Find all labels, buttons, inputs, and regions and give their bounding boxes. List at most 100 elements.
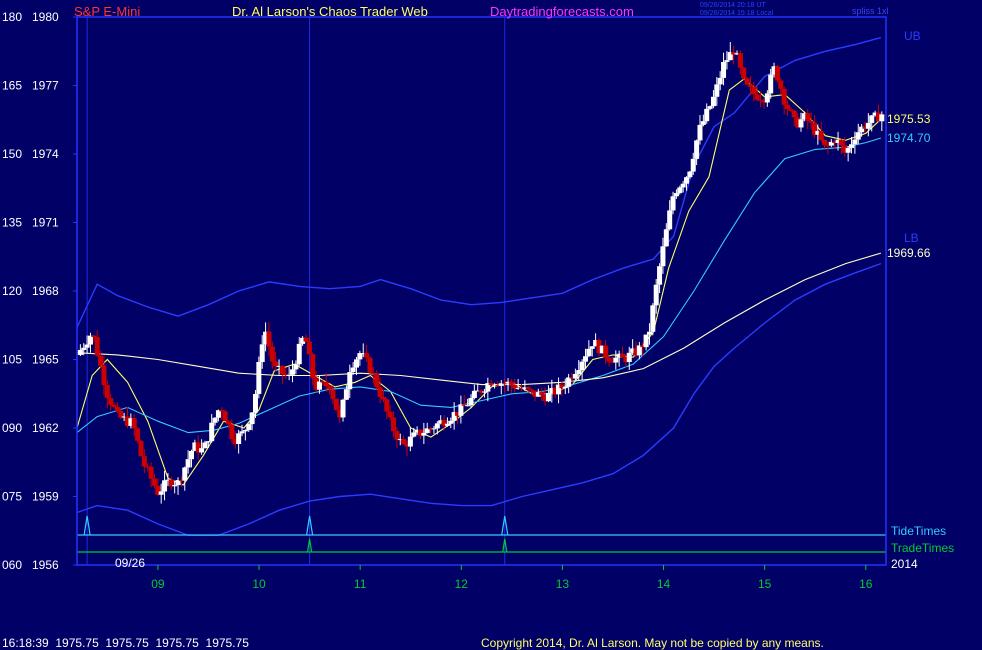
symbol-title: S&P E-Mini [74,4,141,19]
x-tick-label: 10 [252,577,266,591]
y-tick-left-label: 075 [2,490,22,504]
x-tick-label: 11 [354,577,367,591]
price-bar-body [310,354,316,379]
price-bar-body [788,109,794,111]
price-bar-body [286,374,292,376]
price-bar-body [768,74,774,94]
price-bar-body [246,424,252,431]
timestamp-local: 09/26/2014 15:18 Local [700,10,774,17]
price-bar-body [98,355,104,366]
price-bar-body [316,381,322,390]
price-bar-body [710,96,716,107]
price-bar-body [849,144,855,148]
price-bar-body [391,417,397,432]
price-bar-body [566,377,572,387]
price-bar-body [138,440,144,457]
price-bar-body [242,430,248,432]
price-bar-body [333,398,339,410]
chart-window: TideTimes TradeTimes 180 1980 165 1977 150 197… [0,0,982,650]
y-tick-price-label: 1959 [32,490,59,504]
price-bar-body [151,478,157,486]
price-bar-body [529,389,535,391]
price-bar-body [340,399,346,418]
price-bar-body [226,421,232,425]
price-bar-body [269,346,275,362]
price-bar-body [737,53,743,68]
price-bar-body [141,456,147,467]
price-bar-body [229,424,235,440]
price-bar-body [684,177,690,184]
price-bar-body [431,428,437,430]
y-tick-price-label: 1977 [32,79,59,93]
price-bar-body [172,485,178,487]
price-bar-body [508,381,514,385]
x-tick-label: 12 [455,577,469,591]
value-label-slow: 1969.66 [887,246,931,260]
tide-times-label: TideTimes [891,524,946,538]
price-bar-body [700,121,706,125]
price-bar-body [458,404,464,416]
price-bar-body [421,432,427,436]
y-tick-price-label: 1956 [32,558,59,572]
price-bar-body [205,441,211,443]
price-bar-body [380,396,386,400]
price-bar-body [778,80,784,89]
x-tick-label: 14 [657,577,671,591]
price-bar-body [222,411,228,422]
price-bar-body [374,373,380,388]
price-bar-body [781,88,787,105]
y-tick-left-label: 150 [2,147,22,161]
price-bar-body [182,467,188,481]
price-bar-body [589,346,595,349]
last-tick-readout: 16:18:39 1975.75 1975.75 1975.75 1975.75 [2,636,249,650]
price-bar-body [724,60,730,62]
x-tick-label: 13 [556,577,570,591]
price-bar-body [744,78,750,85]
price-bar-body [347,372,353,390]
volatility-bands [76,36,882,536]
price-bar-body [579,361,585,371]
price-bar-body [394,431,400,440]
price-bar-body [377,387,383,397]
site-link[interactable]: Daytradingforecasts.com [490,4,634,19]
trade-times-label: TradeTimes [891,541,954,555]
price-bar-body [865,122,871,129]
y-tick-left-label: 060 [2,558,22,572]
value-label-mid: 1974.70 [887,131,931,145]
price-bar-body [407,436,413,447]
price-bar-body [673,193,679,197]
mid-average-line [76,137,882,434]
price-bar-body [384,399,390,412]
price-bar-body [660,246,666,267]
price-bar-body [84,344,90,348]
y-tick-price-label: 1965 [32,353,59,367]
price-bar-body [303,337,309,342]
price-bar-body [101,365,107,386]
price-bar-body [643,334,649,348]
price-bar-body [111,404,117,407]
price-bar-body [657,266,663,285]
price-bar-body [798,119,804,128]
y-tick-left-label: 120 [2,284,22,298]
price-bar-body [525,387,531,390]
price-bar-body [670,196,676,211]
price-bar-body [209,422,215,442]
y-tick-left-label: 165 [2,79,22,93]
y-tick-price-label: 1962 [32,421,59,435]
timestamp-ut: 09/26/2014 20:18 UT [700,2,766,9]
price-bar-body [387,411,393,418]
price-bar-body [148,466,154,479]
y-tick-price-label: 1974 [32,147,59,161]
y-tick-price-label: 1968 [32,284,59,298]
x-tick-label: 15 [758,577,772,591]
price-bar-body [620,353,626,358]
price-bar-body [135,428,141,441]
price-bar-body [704,108,710,122]
price-bar-body [219,410,225,412]
year-label: 2014 [891,557,918,571]
price-bar-body [586,348,592,357]
x-tick-label: 16 [859,577,873,591]
price-bar-body [646,331,652,335]
value-label-fast: 1975.53 [887,112,931,126]
price-bar-body [764,93,770,103]
